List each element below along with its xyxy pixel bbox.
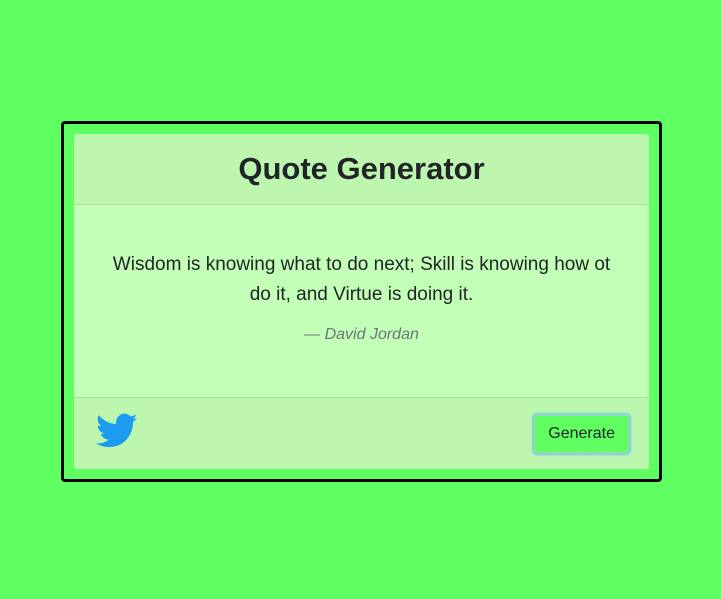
card-header: Quote Generator — [74, 134, 649, 205]
quote-author: — David Jordan — [304, 326, 419, 343]
quote-text: Wisdom is knowing what to do next; Skill… — [112, 254, 611, 305]
twitter-icon[interactable] — [96, 413, 138, 454]
generate-button[interactable]: Generate — [532, 412, 631, 455]
quote-card: Quote Generator Wisdom is knowing what t… — [74, 134, 649, 469]
quote-box-frame: Quote Generator Wisdom is knowing what t… — [61, 121, 662, 482]
page-title: Quote Generator — [238, 151, 485, 186]
tweet-quote-link[interactable] — [96, 413, 138, 454]
card-footer: Generate — [74, 397, 649, 469]
card-body: Wisdom is knowing what to do next; Skill… — [74, 205, 649, 397]
